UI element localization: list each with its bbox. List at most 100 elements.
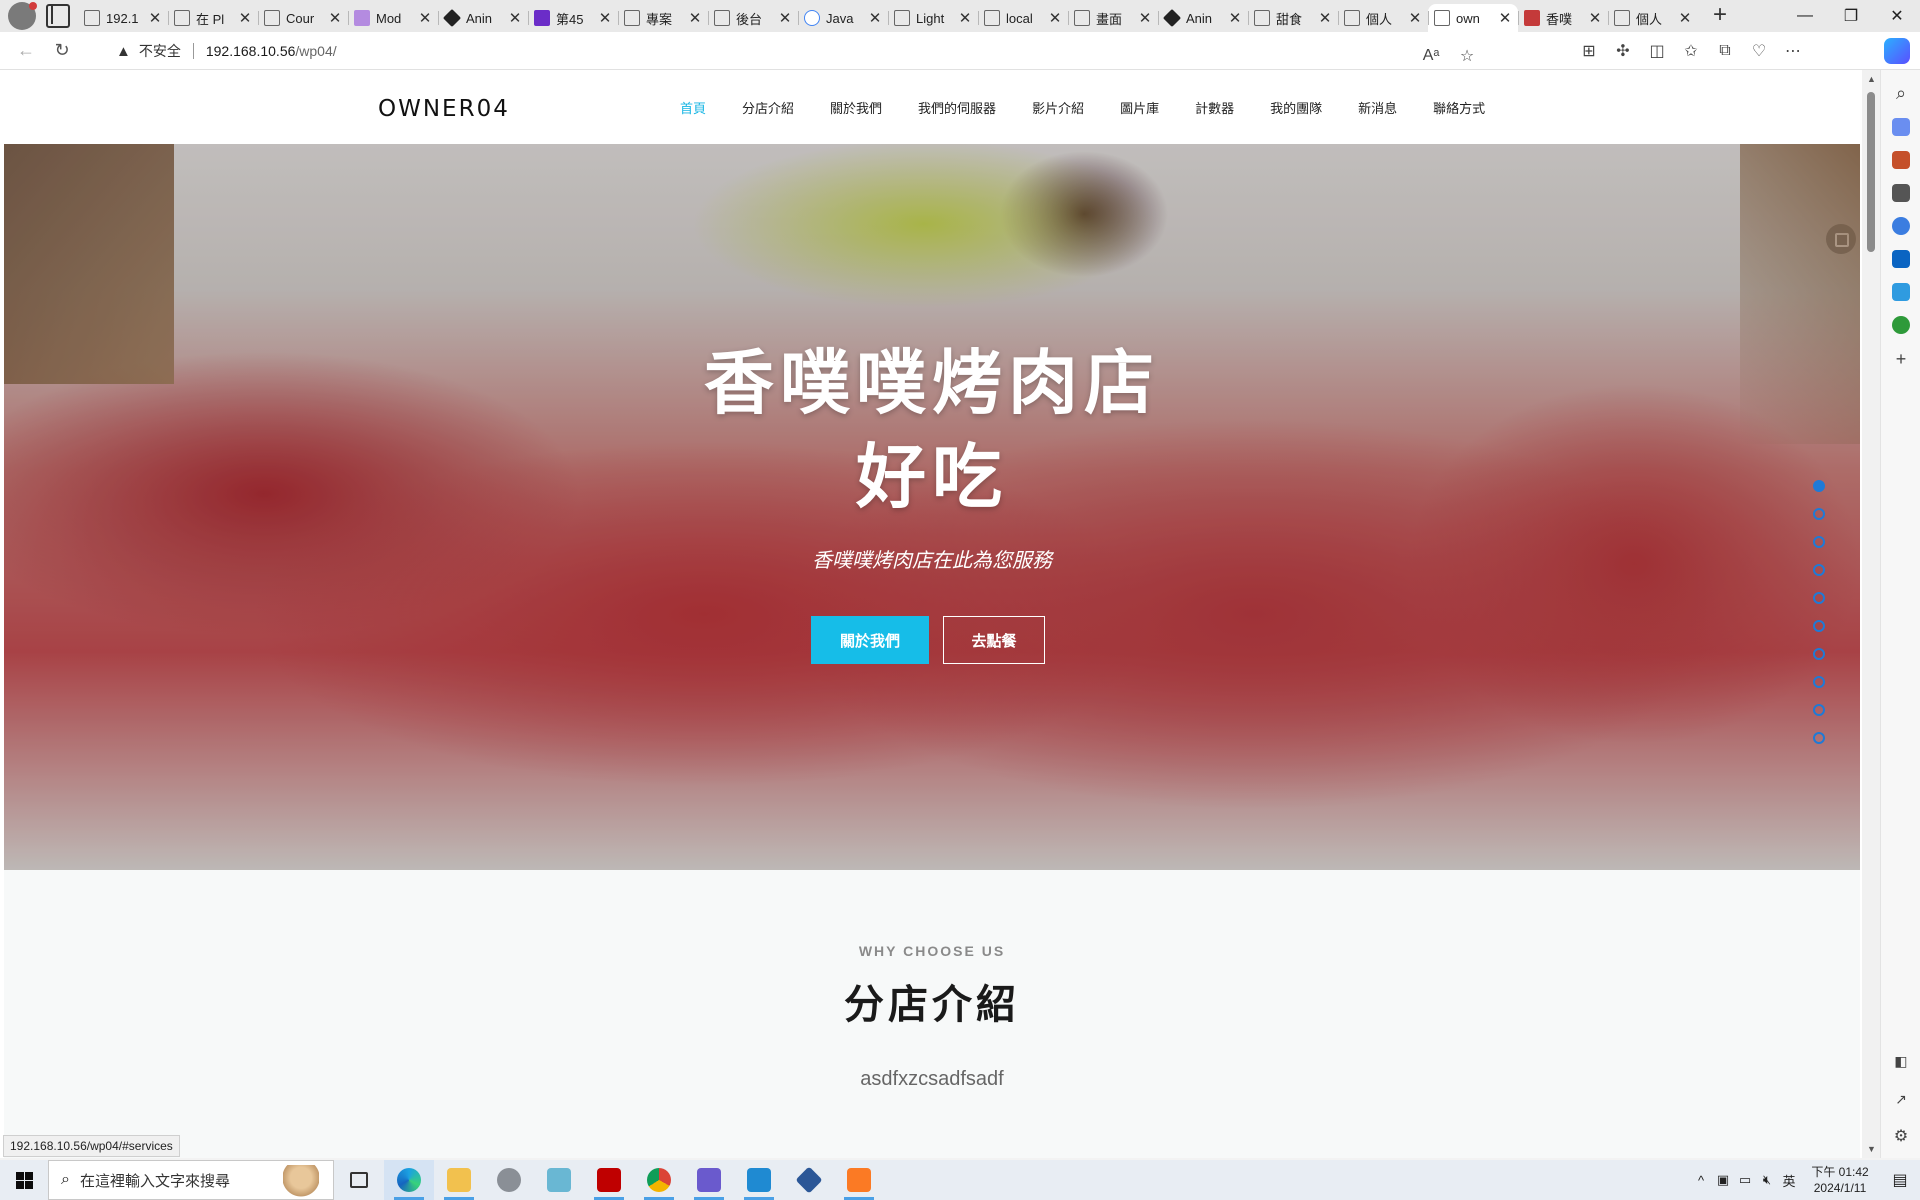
browser-tab[interactable]: Light ✕: [888, 4, 978, 32]
section-dot[interactable]: [1813, 564, 1825, 576]
favorites-icon[interactable]: ✩: [1674, 35, 1708, 67]
taskbar-chrome[interactable]: [634, 1160, 684, 1200]
close-tab-icon[interactable]: ✕: [778, 9, 792, 27]
profile-avatar-icon[interactable]: [8, 2, 37, 30]
search-icon[interactable]: ⌕: [1892, 84, 1910, 102]
close-tab-icon[interactable]: ✕: [598, 9, 612, 27]
warning-icon[interactable]: ▲: [116, 43, 131, 60]
minimize-icon[interactable]: —: [1782, 0, 1828, 32]
close-window-icon[interactable]: ✕: [1874, 0, 1920, 32]
close-tab-icon[interactable]: ✕: [1048, 9, 1062, 27]
add-sidebar-app-icon[interactable]: +: [1892, 350, 1910, 368]
taskbar-xampp[interactable]: [834, 1160, 884, 1200]
browser-tab[interactable]: 專案 ✕: [618, 4, 708, 32]
url-path[interactable]: /wp04/: [295, 43, 336, 59]
nav-item[interactable]: 影片介紹: [1014, 98, 1102, 117]
network-icon[interactable]: ▭: [1734, 1172, 1756, 1188]
nav-item[interactable]: 分店介紹: [724, 98, 812, 117]
task-view-button[interactable]: [334, 1160, 384, 1200]
browser-tab[interactable]: local ✕: [978, 4, 1068, 32]
section-dot[interactable]: [1813, 620, 1825, 632]
close-tab-icon[interactable]: ✕: [1588, 9, 1602, 27]
extensions-icon[interactable]: ✣: [1606, 35, 1640, 67]
section-dot[interactable]: [1813, 648, 1825, 660]
section-dot[interactable]: [1813, 508, 1825, 520]
notification-icon[interactable]: ▤: [1880, 1170, 1920, 1190]
shopping-icon[interactable]: [1892, 118, 1910, 136]
start-button[interactable]: [0, 1160, 48, 1200]
section-dot[interactable]: [1813, 732, 1825, 744]
chevron-up-icon[interactable]: ^: [1690, 1173, 1712, 1188]
page-scrollbar[interactable]: ▲ ▼: [1862, 70, 1880, 1158]
section-dot[interactable]: [1813, 592, 1825, 604]
section-dot[interactable]: [1813, 536, 1825, 548]
close-tab-icon[interactable]: ✕: [508, 9, 522, 27]
close-tab-icon[interactable]: ✕: [148, 9, 162, 27]
nav-item[interactable]: 首頁: [662, 98, 724, 117]
open-external-icon[interactable]: ↗: [1892, 1090, 1910, 1108]
collections-icon[interactable]: ⧉: [1708, 35, 1742, 67]
scroll-down-icon[interactable]: ▼: [1867, 1144, 1876, 1154]
browser-tab[interactable]: 192.1 ✕: [78, 4, 168, 32]
send-icon[interactable]: [1892, 283, 1910, 301]
close-tab-icon[interactable]: ✕: [238, 9, 252, 27]
browser-tab[interactable]: 畫面 ✕: [1068, 4, 1158, 32]
browser-tab[interactable]: Mod ✕: [348, 4, 438, 32]
refresh-button[interactable]: ↻: [44, 35, 80, 67]
browser-tab[interactable]: own ✕: [1428, 4, 1518, 32]
hide-sidebar-icon[interactable]: ◧: [1892, 1052, 1910, 1070]
split-screen-icon[interactable]: ◫: [1640, 35, 1674, 67]
performance-icon[interactable]: ♡: [1742, 35, 1776, 67]
browser-tab[interactable]: Anin ✕: [1158, 4, 1248, 32]
order-button[interactable]: 去點餐: [943, 616, 1045, 664]
microsoft365-icon[interactable]: [1892, 217, 1910, 235]
taskbar-3d-app[interactable]: [784, 1160, 834, 1200]
close-tab-icon[interactable]: ✕: [1678, 9, 1692, 27]
nav-item[interactable]: 圖片庫: [1102, 98, 1177, 117]
browser-tab[interactable]: Cour ✕: [258, 4, 348, 32]
tray-app-icon[interactable]: ▣: [1712, 1172, 1734, 1188]
taskbar-search[interactable]: ⌕ 在這裡輸入文字來搜尋: [48, 1160, 334, 1200]
nav-item[interactable]: 新消息: [1340, 98, 1415, 117]
nav-item[interactable]: 我們的伺服器: [900, 98, 1014, 117]
taskbar-network-tool[interactable]: [684, 1160, 734, 1200]
browser-tab[interactable]: 後台 ✕: [708, 4, 798, 32]
close-tab-icon[interactable]: ✕: [1318, 9, 1332, 27]
settings-gear-icon[interactable]: ⚙: [1892, 1128, 1910, 1146]
tree-icon[interactable]: [1892, 316, 1910, 334]
browser-tab[interactable]: 第45 ✕: [528, 4, 618, 32]
section-dot[interactable]: [1813, 480, 1825, 492]
browser-tab[interactable]: 個人 ✕: [1608, 4, 1698, 32]
taskbar-edge[interactable]: [384, 1160, 434, 1200]
taskbar-file-explorer[interactable]: [434, 1160, 484, 1200]
more-menu-icon[interactable]: ⋯: [1776, 35, 1810, 67]
volume-muted-icon[interactable]: 🔇︎: [1756, 1172, 1778, 1188]
taskbar-filezilla[interactable]: [584, 1160, 634, 1200]
close-tab-icon[interactable]: ✕: [688, 9, 702, 27]
input-method[interactable]: 英: [1778, 1171, 1800, 1190]
browser-tab[interactable]: 甜食 ✕: [1248, 4, 1338, 32]
taskbar-app-tool[interactable]: [484, 1160, 534, 1200]
nav-item[interactable]: 關於我們: [812, 98, 900, 117]
about-us-button[interactable]: 關於我們: [811, 616, 929, 664]
outlook-icon[interactable]: [1892, 250, 1910, 268]
new-tab-button[interactable]: +: [1706, 2, 1734, 30]
section-dot[interactable]: [1813, 704, 1825, 716]
browser-tab[interactable]: 在 Pl ✕: [168, 4, 258, 32]
visual-search-icon[interactable]: [1826, 224, 1856, 254]
close-tab-icon[interactable]: ✕: [868, 9, 882, 27]
taskbar-notepad[interactable]: [534, 1160, 584, 1200]
security-label[interactable]: 不安全: [139, 41, 181, 61]
restore-icon[interactable]: ❐: [1828, 0, 1874, 32]
close-tab-icon[interactable]: ✕: [1408, 9, 1422, 27]
close-tab-icon[interactable]: ✕: [418, 9, 432, 27]
browser-tab[interactable]: Anin ✕: [438, 4, 528, 32]
close-tab-icon[interactable]: ✕: [1138, 9, 1152, 27]
close-tab-icon[interactable]: ✕: [958, 9, 972, 27]
url-host[interactable]: 192.168.10.56: [206, 43, 296, 59]
translate-icon[interactable]: ⊞: [1572, 35, 1606, 67]
nav-item[interactable]: 我的團隊: [1252, 98, 1340, 117]
scroll-up-icon[interactable]: ▲: [1867, 74, 1876, 84]
site-logo[interactable]: OWNER04: [378, 96, 510, 122]
close-tab-icon[interactable]: ✕: [1498, 9, 1512, 27]
